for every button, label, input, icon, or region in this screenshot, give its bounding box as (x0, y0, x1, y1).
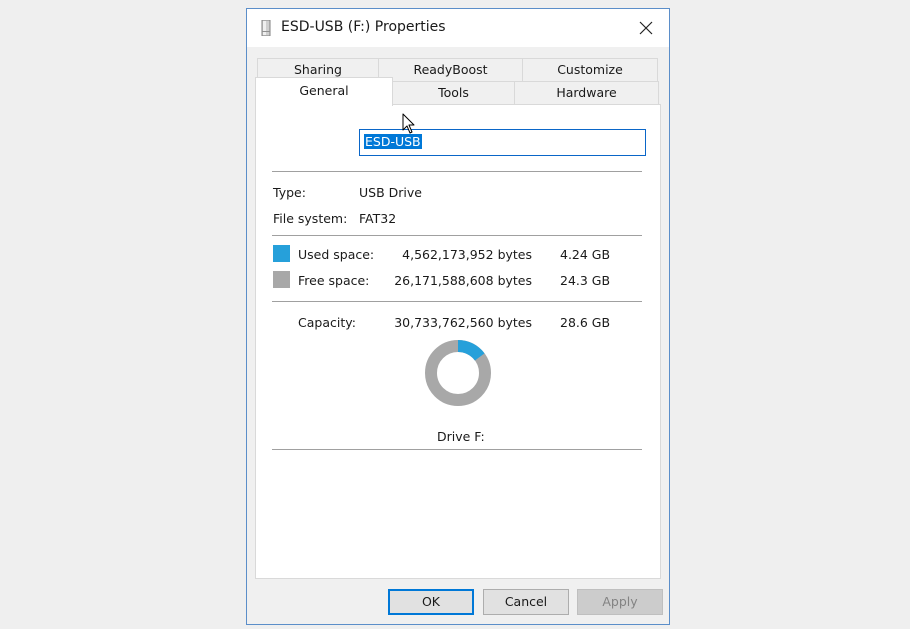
volume-name-selection: ESD-USB (364, 134, 422, 149)
tab-tools[interactable]: Tools (392, 81, 515, 105)
mouse-cursor-icon (402, 113, 415, 134)
type-value: USB Drive (359, 185, 422, 200)
free-space-label: Free space: (298, 273, 370, 288)
tab-readyboost[interactable]: ReadyBoost (378, 58, 523, 82)
file-system-label: File system: (273, 211, 348, 226)
used-space-bytes: 4,562,173,952 bytes (402, 247, 532, 262)
disk-usage-donut-chart (425, 340, 491, 406)
separator (272, 449, 642, 450)
close-icon (639, 21, 653, 35)
type-label: Type: (273, 185, 306, 200)
general-tab-panel: ESD-USB Type: USB Drive File system: FAT… (255, 104, 661, 579)
free-space-bytes: 26,171,588,608 bytes (394, 273, 532, 288)
separator (272, 171, 642, 172)
close-button[interactable] (623, 9, 669, 47)
drive-label: Drive F: (437, 429, 485, 444)
file-system-value: FAT32 (359, 211, 397, 226)
tab-customize[interactable]: Customize (522, 58, 658, 82)
capacity-gb: 28.6 GB (560, 315, 611, 330)
used-space-label: Used space: (298, 247, 375, 262)
window-title: ESD-USB (F:) Properties (281, 19, 446, 35)
free-space-swatch (273, 271, 290, 288)
capacity-bytes: 30,733,762,560 bytes (394, 315, 532, 330)
apply-button: Apply (577, 589, 663, 615)
properties-dialog: ESD-USB (F:) Properties Sharing ReadyBoo… (246, 8, 670, 625)
ok-button[interactable]: OK (388, 589, 474, 615)
separator (272, 235, 642, 236)
capacity-label: Capacity: (298, 315, 356, 330)
used-space-swatch (273, 245, 290, 262)
cancel-button[interactable]: Cancel (483, 589, 569, 615)
free-space-gb: 24.3 GB (560, 273, 611, 288)
usb-drive-icon (261, 20, 271, 36)
tab-general[interactable]: General (255, 77, 393, 106)
separator (272, 301, 642, 302)
used-space-gb: 4.24 GB (560, 247, 611, 262)
tab-hardware[interactable]: Hardware (514, 81, 659, 105)
title-bar: ESD-USB (F:) Properties (247, 9, 669, 47)
